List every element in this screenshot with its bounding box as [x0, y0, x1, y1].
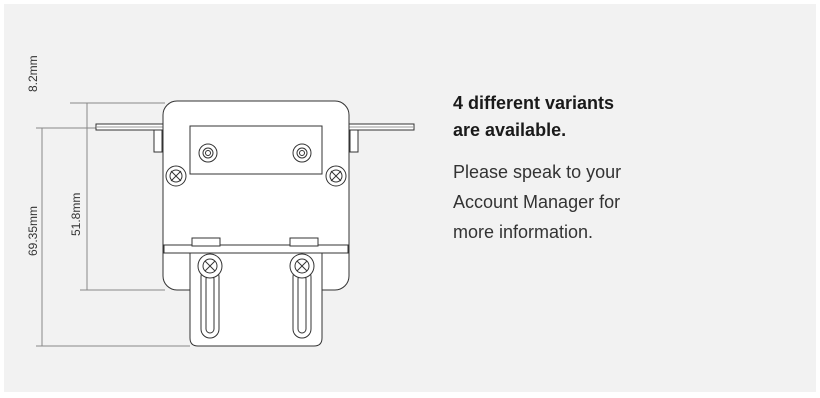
left-tab [153, 129, 163, 153]
dim-label-top-flange: 8.2mm [26, 55, 40, 92]
right-tab [349, 129, 359, 153]
bracket-diagram: 8.2mm 69.35mm 51.8mm [26, 55, 415, 347]
body-line-2: Account Manager for [453, 192, 621, 212]
heading-line-1: 4 different variants [453, 93, 615, 113]
variants-heading: 4 different variants are available. [453, 90, 773, 144]
body-line-3: more information. [453, 222, 594, 242]
contact-text: Please speak to your Account Manager for… [453, 157, 773, 247]
dim-label-body-height: 51.8mm [69, 193, 83, 236]
dim-label-total-height: 69.35mm [26, 206, 40, 256]
heading-line-2: are available. [453, 120, 567, 140]
body-line-1: Please speak to your [453, 162, 622, 182]
